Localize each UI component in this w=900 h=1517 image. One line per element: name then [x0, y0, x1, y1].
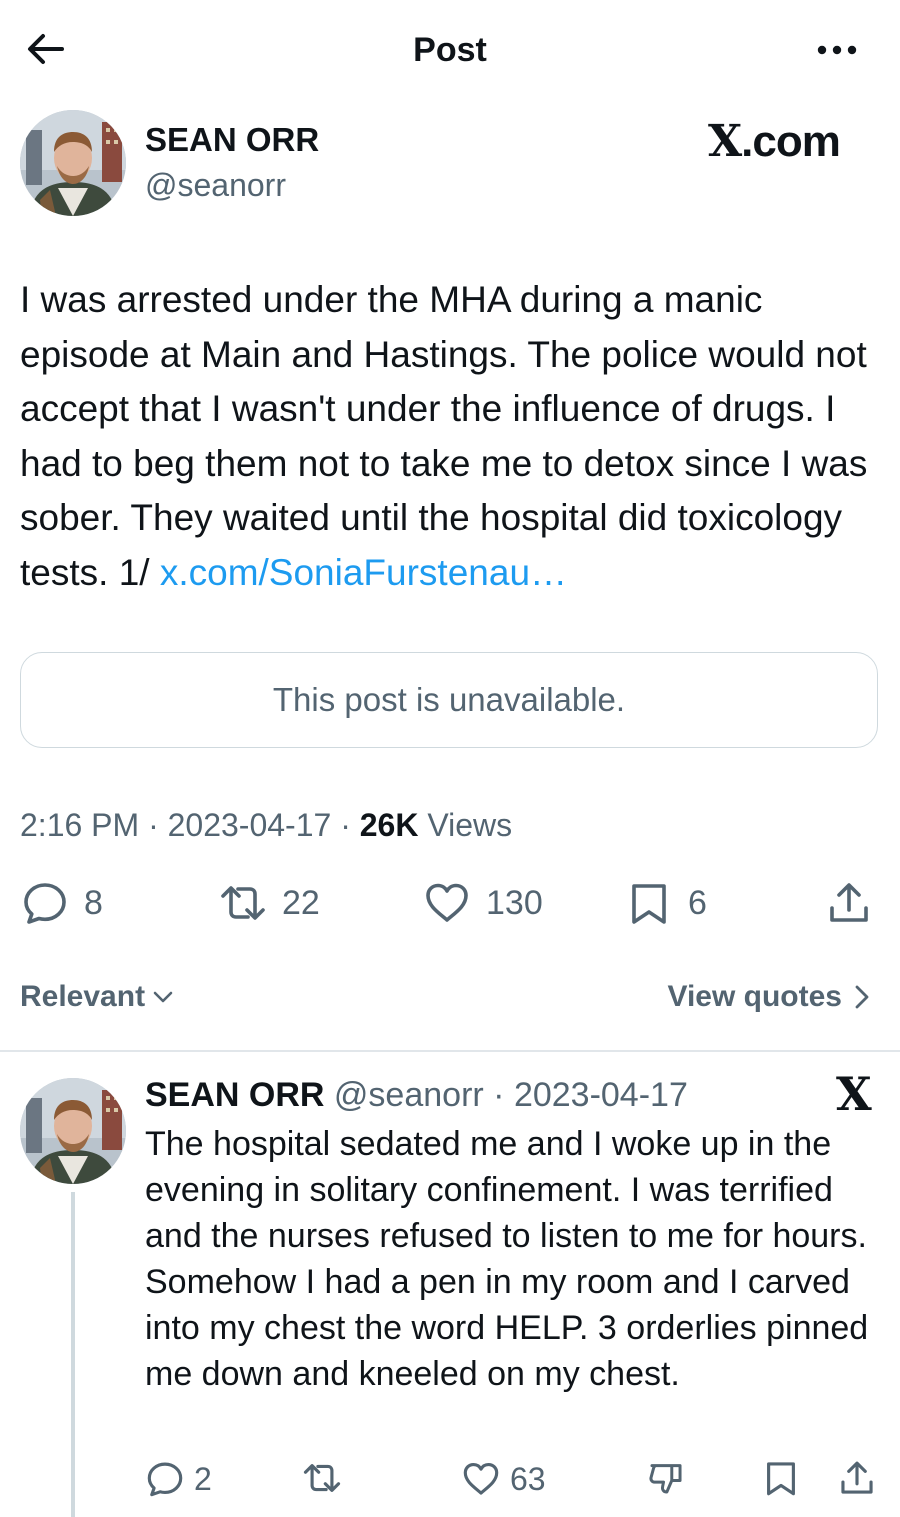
- reply-bubble-icon: [22, 880, 68, 926]
- reply-repost-button[interactable]: [303, 1459, 341, 1497]
- quoted-post-unavailable: This post is unavailable.: [20, 652, 878, 748]
- reply-author-name[interactable]: SEAN ORR: [145, 1076, 324, 1114]
- post-link[interactable]: x.com/SoniaFurstenau…: [160, 552, 567, 593]
- views-label: Views: [418, 807, 513, 843]
- heart-icon: [462, 1460, 500, 1498]
- bookmark-button[interactable]: 6: [626, 880, 707, 926]
- reply-author-avatar[interactable]: [20, 1078, 126, 1184]
- reply-body: The hospital sedated me and I woke up in…: [145, 1125, 869, 1393]
- reply-bookmark-button[interactable]: [762, 1459, 800, 1497]
- author-name[interactable]: SEAN ORR: [145, 120, 319, 160]
- bookmark-count: 6: [688, 884, 707, 922]
- separator: ·: [331, 807, 360, 843]
- post-body: I was arrested under the MHA during a ma…: [20, 273, 890, 601]
- repost-button[interactable]: 22: [220, 880, 320, 926]
- more-options-icon[interactable]: [812, 30, 862, 70]
- chevron-down-icon: [151, 985, 175, 1009]
- x-com-watermark: X.com: [708, 116, 841, 167]
- thread-connector-line: [71, 1192, 75, 1517]
- author-handle[interactable]: @seanorr: [145, 165, 286, 205]
- reply-bubble-icon: [146, 1460, 184, 1498]
- downvote-icon: [647, 1459, 685, 1497]
- unavailable-text: This post is unavailable.: [272, 681, 626, 718]
- reply-downvote-button[interactable]: [647, 1459, 685, 1497]
- reply-date[interactable]: 2023-04-17: [514, 1076, 688, 1114]
- reply-count: 8: [84, 884, 103, 922]
- share-icon: [838, 1459, 876, 1497]
- author-avatar[interactable]: [20, 110, 126, 216]
- like-count: 130: [486, 884, 543, 922]
- brand-domain: .com: [741, 117, 841, 166]
- x-letter: X: [708, 116, 742, 167]
- reply-like-count: 63: [510, 1461, 546, 1497]
- x-logo-icon: X: [836, 1067, 872, 1121]
- chevron-right-icon: [852, 983, 872, 1011]
- reply-button[interactable]: 8: [22, 880, 103, 926]
- heart-icon: [424, 880, 470, 926]
- sort-relevant-dropdown[interactable]: Relevant: [20, 977, 175, 1017]
- divider: [0, 1050, 900, 1052]
- repost-icon: [303, 1459, 341, 1497]
- repost-count: 22: [282, 884, 320, 922]
- view-quotes-label: View quotes: [667, 980, 843, 1013]
- post-meta: 2:16 PM · 2023-04-17 · 26K Views: [20, 804, 512, 846]
- post-time[interactable]: 2:16 PM: [20, 807, 139, 843]
- reply-reply-button[interactable]: 2: [146, 1459, 212, 1499]
- bookmark-icon: [626, 880, 672, 926]
- bookmark-icon: [762, 1459, 800, 1497]
- separator: ·: [139, 807, 168, 843]
- share-icon: [826, 880, 872, 926]
- separator: ·: [483, 1076, 514, 1114]
- reply-reply-count: 2: [194, 1461, 212, 1497]
- share-button[interactable]: [826, 880, 872, 926]
- post-date[interactable]: 2023-04-17: [168, 807, 332, 843]
- view-quotes-link[interactable]: View quotes: [668, 977, 873, 1017]
- reply-like-button[interactable]: 63: [462, 1459, 546, 1499]
- like-button[interactable]: 130: [424, 880, 543, 926]
- page-title: Post: [413, 31, 487, 69]
- views-count: 26K: [359, 807, 419, 843]
- reply-author-handle[interactable]: @seanorr: [334, 1076, 484, 1114]
- repost-icon: [220, 880, 266, 926]
- reply-share-button[interactable]: [838, 1459, 876, 1497]
- reply-header: SEAN ORR @seanorr · 2023-04-17: [145, 1074, 688, 1116]
- sort-label: Relevant: [20, 980, 146, 1013]
- post-text: I was arrested under the MHA during a ma…: [20, 279, 868, 593]
